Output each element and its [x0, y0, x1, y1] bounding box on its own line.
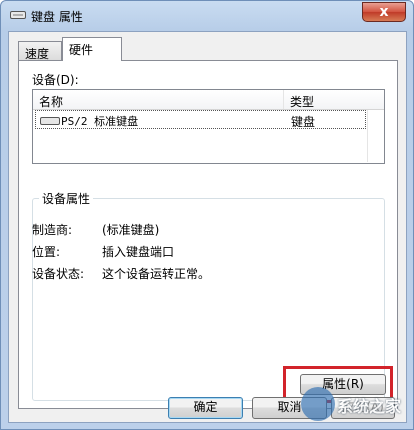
list-header: 名称 类型	[33, 90, 384, 110]
keyboard-icon	[10, 11, 26, 19]
device-status-value: 这个设备运转正常。	[102, 267, 211, 281]
devices-list[interactable]: 名称 类型 PS/2 标准键盘 键盘	[32, 89, 385, 164]
devices-label: 设备(D):	[32, 73, 79, 87]
title-bar[interactable]: 键盘 属性 x	[1, 1, 413, 31]
keyboard-icon	[40, 117, 60, 125]
column-divider-line	[367, 110, 368, 162]
dialog-client: 速度 硬件 设备(D): 名称 类型 PS/2 标准键盘 键盘 设备属性 制造商…	[8, 31, 407, 423]
device-row[interactable]: PS/2 标准键盘 键盘	[35, 110, 366, 129]
manufacturer-label: 制造商:	[32, 223, 73, 237]
location-label: 位置:	[32, 245, 61, 259]
device-status-label: 设备状态:	[32, 267, 85, 281]
hardware-panel: 设备(D): 名称 类型 PS/2 标准键盘 键盘 设备属性 制造商: (标准键…	[18, 60, 398, 409]
ok-button[interactable]: 确定	[168, 397, 243, 419]
tab-hardware[interactable]: 硬件	[62, 37, 122, 61]
column-header-name[interactable]: 名称	[39, 93, 63, 110]
tab-speed[interactable]: 速度	[18, 41, 62, 61]
watermark-text: 系统之家	[337, 397, 402, 416]
manufacturer-value: (标准键盘)	[102, 223, 160, 237]
device-name: PS/2 标准键盘	[61, 115, 139, 128]
column-header-type[interactable]: 类型	[290, 93, 314, 110]
device-properties-title: 设备属性	[39, 190, 94, 207]
location-value: 插入键盘端口	[102, 245, 175, 259]
watermark-icon	[301, 387, 335, 421]
column-divider[interactable]	[283, 90, 284, 109]
device-type: 键盘	[291, 115, 316, 129]
close-button[interactable]: x	[362, 2, 406, 22]
watermark-logo: 系统之家	[301, 387, 411, 423]
window-title: 键盘 属性	[31, 10, 83, 24]
close-icon: x	[379, 4, 389, 20]
keyboard-properties-window: 键盘 属性 x 速度 硬件 设备(D): 名称 类型 PS/2 标准键盘 键盘	[0, 0, 414, 430]
